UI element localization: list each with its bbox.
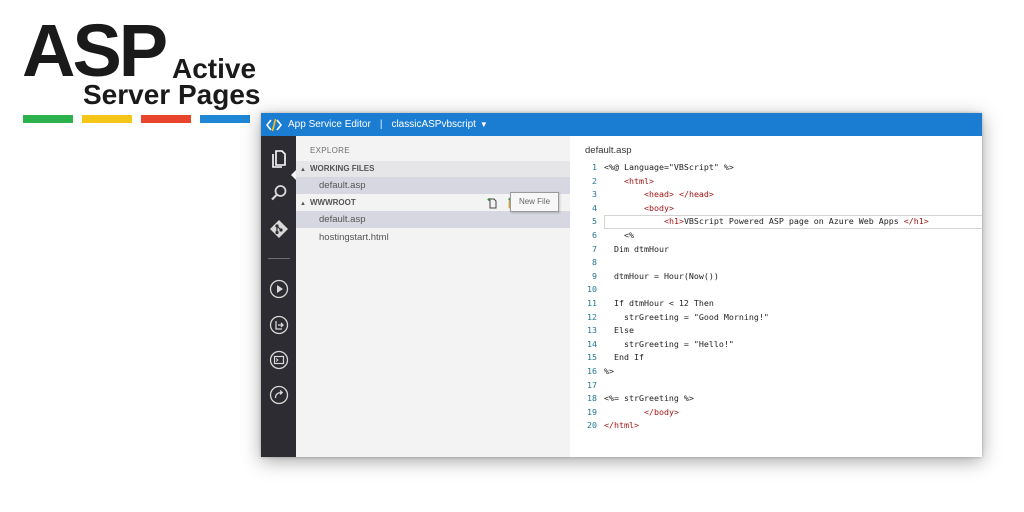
title-bar: App Service Editor | classicASPvbscript ▼ <box>261 113 982 136</box>
line-number: 10 <box>587 284 597 295</box>
logo-bar-blue <box>200 115 250 123</box>
code-line: 1 <%@ Language="VBScript" %> <box>570 161 982 175</box>
line-text: </body> <box>643 406 679 417</box>
code-line: 2 <html> <box>570 175 982 189</box>
line-text: <%= strGreeting %> <box>604 393 694 404</box>
line-number: 17 <box>587 379 597 390</box>
file-name: hostingstart.html <box>319 232 389 243</box>
code-area[interactable]: 1 <%@ Language="VBScript" %> 2 <html> 3 <he… <box>570 161 982 433</box>
line-text: <h1>VBScript Powered ASP page on Azure W… <box>663 216 929 227</box>
code-line: 15 End If <box>570 351 982 365</box>
line-number: 20 <box>587 420 597 431</box>
code-line: 3 <head> </head> <box>570 188 982 202</box>
line-number: 1 <box>592 162 597 172</box>
line-text: strGreeting = "Hello!" <box>604 338 734 349</box>
search-icon[interactable] <box>269 183 289 203</box>
line-number: 18 <box>587 393 597 404</box>
line-number: 15 <box>587 352 597 363</box>
line-number: 7 <box>592 243 597 254</box>
line-text: Dim dtmHour <box>604 243 669 254</box>
editor-logo-icon <box>266 118 282 131</box>
code-line: 19 </body> <box>570 406 982 420</box>
code-line: 12 strGreeting = "Good Morning!" <box>570 311 982 325</box>
line-number: 6 <box>592 229 597 240</box>
code-line: 20 </html> <box>570 419 982 433</box>
asp-logo: ASP Active Server Pages <box>0 0 260 130</box>
open-site-icon[interactable] <box>269 385 289 405</box>
wwwroot-label: WWWROOT <box>310 198 356 207</box>
wwwroot-file-default-asp[interactable]: default.asp <box>296 211 570 228</box>
line-text: If dtmHour < 12 Then <box>604 297 714 308</box>
output-icon[interactable] <box>269 315 289 335</box>
line-number: 14 <box>587 338 597 349</box>
code-line: 14 strGreeting = "Hello!" <box>570 338 982 352</box>
code-line: 18 <%= strGreeting %> <box>570 392 982 406</box>
new-file-icon[interactable] <box>486 196 500 210</box>
working-files-label: WORKING FILES <box>310 164 375 173</box>
line-number: 11 <box>587 297 597 308</box>
logo-line-server-pages: Server Pages <box>83 79 261 110</box>
git-icon[interactable] <box>269 219 289 239</box>
site-selector[interactable]: classicASPvbscript ▼ <box>391 119 487 130</box>
explorer-panel: EXPLORE ▲ WORKING FILES default.asp ▲ WWWR… <box>296 136 570 457</box>
line-number: 4 <box>592 202 597 213</box>
line-text: dtmHour = Hour(Now()) <box>604 270 719 281</box>
logo-bar-yellow <box>82 115 132 123</box>
line-number: 8 <box>592 257 597 268</box>
code-line: 6 <% <box>570 229 982 243</box>
line-number: 16 <box>587 365 597 376</box>
line-text: <% <box>604 229 634 240</box>
line-number: 3 <box>592 189 597 200</box>
code-line: 17 <box>570 379 982 393</box>
line-text: <head> </head> <box>643 189 714 200</box>
line-text: <body> <box>643 202 674 213</box>
site-name: classicASPvbscript <box>391 119 476 130</box>
line-number: 13 <box>587 325 597 336</box>
caret-down-icon: ▼ <box>479 120 488 129</box>
working-files-header[interactable]: ▲ WORKING FILES <box>296 161 570 177</box>
title-separator: | <box>379 119 383 130</box>
wwwroot-file-hostingstart-html[interactable]: hostingstart.html <box>296 229 570 246</box>
collapse-triangle-icon: ▲ <box>300 167 306 173</box>
app-service-editor-window: App Service Editor | classicASPvbscript ▼ <box>261 113 982 457</box>
code-line: 11 If dtmHour < 12 Then <box>570 297 982 311</box>
app-name: App Service Editor <box>288 119 371 130</box>
code-line: 5 <h1>VBScript Powered ASP page on Azure… <box>570 215 982 230</box>
line-number: 9 <box>592 270 597 281</box>
collapse-triangle-icon: ▲ <box>300 201 306 207</box>
code-line: 16 %> <box>570 365 982 379</box>
logo-bar-red <box>141 115 191 123</box>
explore-icon[interactable] <box>269 148 289 168</box>
line-text: <html> <box>623 175 654 186</box>
code-line: 8 <box>570 256 982 270</box>
run-icon[interactable] <box>269 279 289 299</box>
code-line: 7 Dim dtmHour <box>570 243 982 257</box>
logo-bar-green <box>23 115 73 123</box>
new-file-tooltip: New File <box>510 192 559 212</box>
line-text: %> <box>604 365 614 376</box>
line-number: 19 <box>587 406 597 417</box>
code-line: 10 <box>570 283 982 297</box>
console-icon[interactable] <box>269 350 289 370</box>
line-number: 5 <box>592 216 597 227</box>
line-text: Else <box>604 325 634 336</box>
logo-mark: ASP <box>22 9 168 92</box>
line-text: </html> <box>604 420 639 431</box>
code-editor[interactable]: default.asp 1 <%@ Language="VBScript" %> 2… <box>570 136 982 457</box>
code-line: 9 dtmHour = Hour(Now()) <box>570 270 982 284</box>
code-line: 13 Else <box>570 324 982 338</box>
explorer-title: EXPLORE <box>310 146 350 155</box>
file-name: default.asp <box>319 180 366 191</box>
line-number: 12 <box>587 311 597 322</box>
line-text: <%@ Language="VBScript" %> <box>604 162 734 172</box>
line-text: strGreeting = "Good Morning!" <box>604 311 769 322</box>
file-name: default.asp <box>319 214 366 225</box>
activity-bar <box>261 136 296 457</box>
activity-separator <box>268 258 290 259</box>
line-number: 2 <box>592 175 597 186</box>
editor-tab[interactable]: default.asp <box>585 145 631 156</box>
line-text: End If <box>604 352 644 363</box>
code-line: 4 <body> <box>570 202 982 216</box>
